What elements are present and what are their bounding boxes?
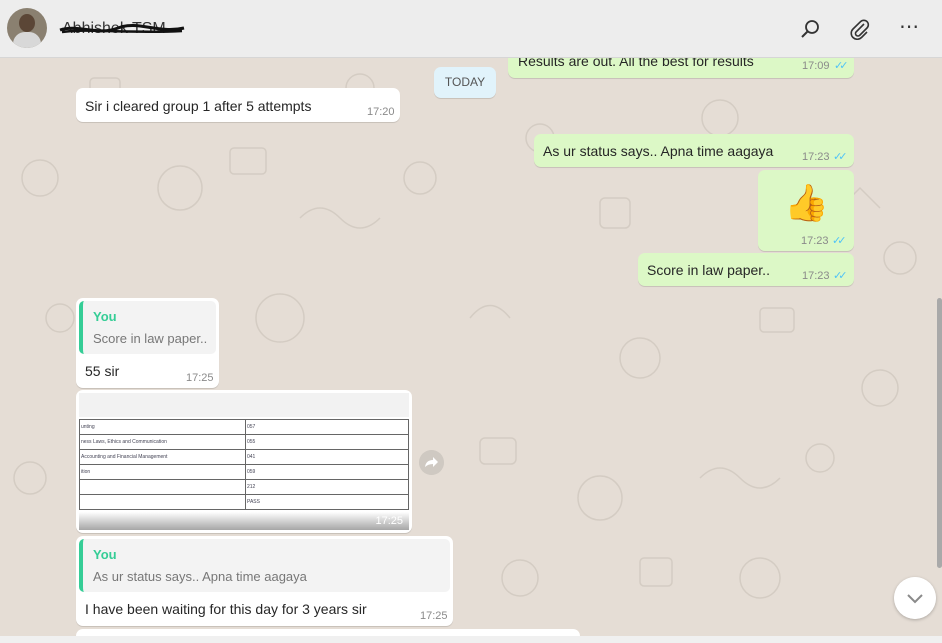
image-shade [79,512,409,530]
message-text: Score in law paper.. [647,262,770,278]
read-ticks-icon: ✓✓ [833,151,848,163]
composer-bar-edge [0,636,942,643]
message-out-emoji[interactable]: 👍 17:23 ✓✓ [758,170,854,251]
message-out[interactable]: Results are out. All the best for result… [508,58,854,78]
subject-cell: unting [79,419,246,435]
chat-area[interactable]: Results are out. All the best for result… [0,58,942,636]
name-scribble [59,23,185,34]
message-time: 17:23 [802,270,830,282]
message-time: 17:09 [802,60,830,72]
subject-cell [79,479,246,495]
message-in[interactable]: Sir i cleared group 1 after 5 attempts 1… [76,88,400,122]
marks-cell: 059 [245,464,409,480]
quoted-message[interactable]: You As ur status says.. Apna time aagaya [79,539,450,592]
subject-cell [79,494,246,510]
message-time: 17:25 [186,372,214,384]
message-out[interactable]: As ur status says.. Apna time aagaya 17:… [534,134,854,167]
message-time: 17:23 [801,235,829,247]
message-time: 17:25 [420,610,448,622]
subject-cell: ition [79,464,246,480]
message-time: 17:20 [367,106,395,118]
marks-cell: 212 [245,479,409,495]
attach-icon[interactable] [849,18,871,40]
marks-cell: 057 [245,419,409,435]
quoted-message[interactable]: You Score in law paper.. [79,301,216,354]
image-top-strip [79,393,409,417]
chat-header: Abhishek TSM ⋯ [0,0,942,58]
avatar-head [19,14,35,32]
message-text: I have been waiting for this day for 3 y… [85,601,367,617]
read-ticks-icon: ✓✓ [832,235,847,247]
contact-avatar[interactable] [7,8,47,48]
date-chip: TODAY [434,67,496,98]
chat-scrollbar[interactable] [937,298,942,568]
forward-icon[interactable] [419,450,444,475]
message-time: 17:23 [802,151,830,163]
marks-cell: PASS [245,494,409,510]
marks-table: unting 057 ness Laws, Ethics and Communic… [79,419,409,510]
message-text: 55 sir [85,363,120,379]
marks-cell: 055 [245,434,409,450]
quote-author: You [93,547,117,562]
message-in-reply[interactable]: You As ur status says.. Apna time aagaya… [76,536,453,626]
read-ticks-icon: ✓✓ [834,60,849,72]
quote-author: You [93,309,117,324]
message-in-reply[interactable]: You Score in law paper.. 55 sir 17:25 [76,298,219,388]
thumbs-up-icon: 👍 [784,182,829,223]
quote-text: Score in law paper.. [93,331,208,346]
message-in-partial[interactable] [76,629,580,636]
menu-icon[interactable]: ⋯ [899,14,921,38]
marks-cell: 041 [245,449,409,465]
message-text: Results are out. All the best for result… [518,58,754,69]
image-attachment[interactable]: unting 057 ness Laws, Ethics and Communic… [79,393,409,530]
search-icon[interactable] [799,18,821,40]
subject-cell: ness Laws, Ethics and Communication [79,434,246,450]
message-text: Sir i cleared group 1 after 5 attempts [85,98,312,114]
quote-text: As ur status says.. Apna time aagaya [93,569,307,584]
message-out[interactable]: Score in law paper.. 17:23 ✓✓ [638,253,854,286]
read-ticks-icon: ✓✓ [833,270,848,282]
message-text: As ur status says.. Apna time aagaya [543,143,774,159]
scroll-down-button[interactable] [894,577,936,619]
avatar-torso [13,32,41,48]
message-time: 17:25 [375,515,403,527]
subject-cell: Accounting and Financial Management [79,449,246,465]
